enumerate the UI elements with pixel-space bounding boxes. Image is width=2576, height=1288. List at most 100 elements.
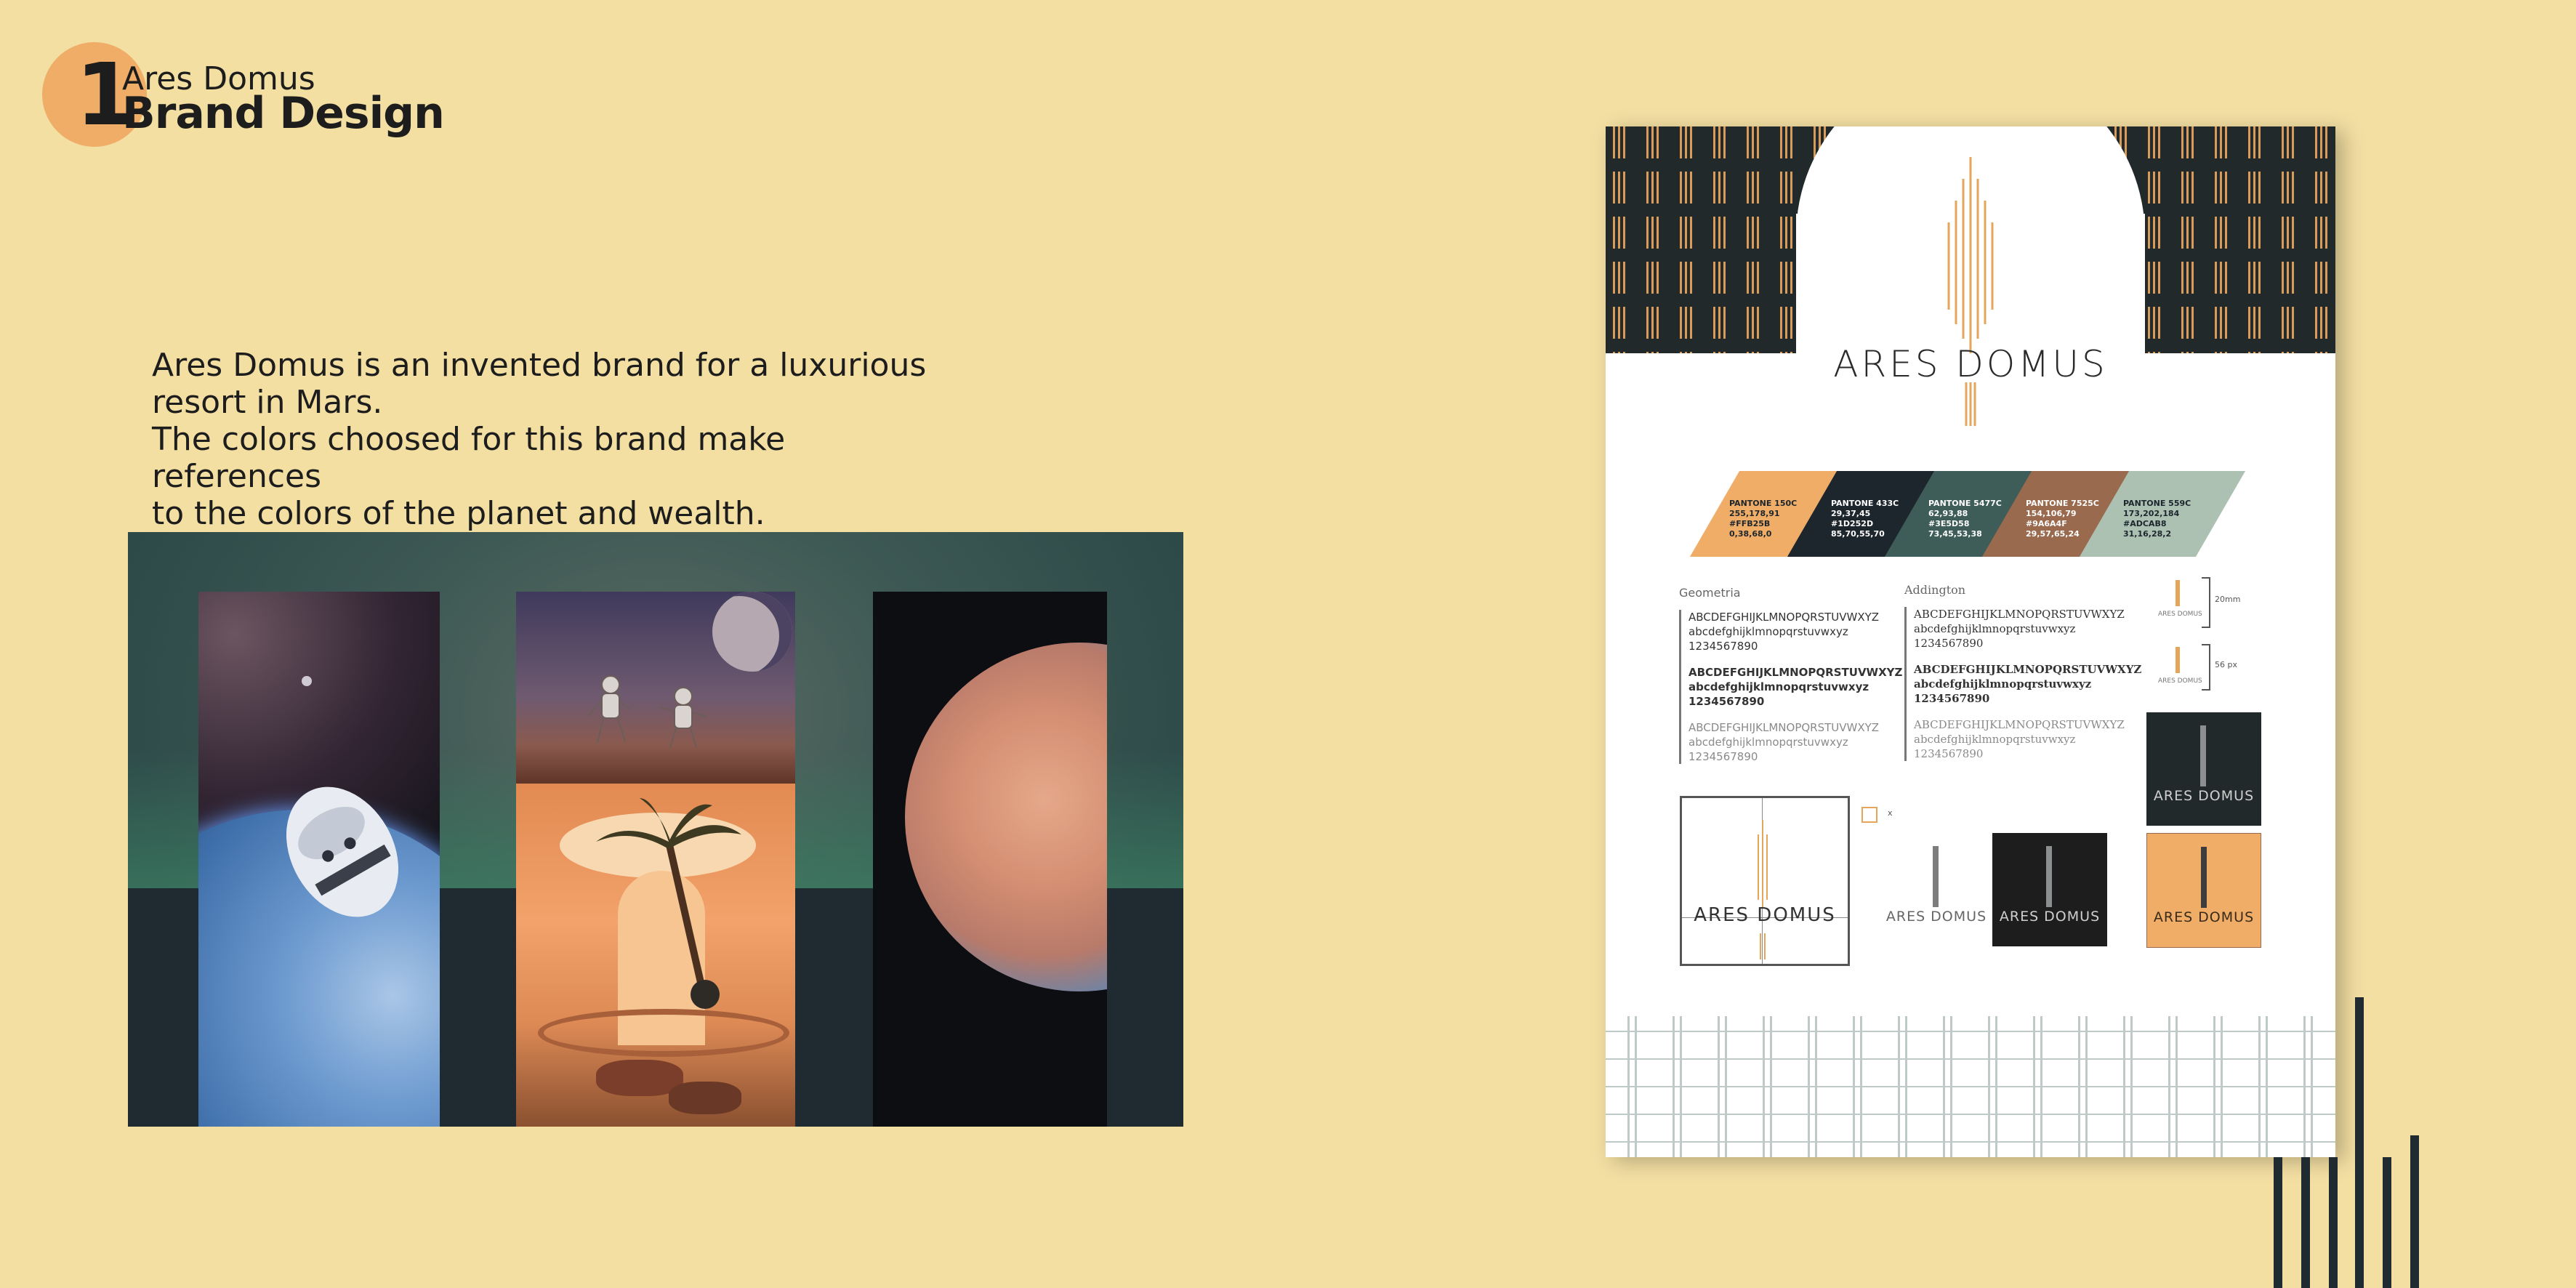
specimen-digits-light: 1234567890 <box>1914 747 1984 760</box>
specimen-upper-bold: ABCDEFGHIJKLMNOPQRSTUVWXYZ <box>1689 666 1903 679</box>
specimen-digits-bold: 1234567890 <box>1914 692 1990 705</box>
brand-logo-mark <box>1947 157 1994 426</box>
description-line: to the colors of the planet and wealth. <box>152 495 765 532</box>
swatch-rgb: 154,106,79 <box>2026 509 2077 518</box>
swatch-cmyk: 85,70,55,70 <box>1831 529 1885 539</box>
swatch-label: PANTONE 433C 29,37,45 #1D252D 85,70,55,7… <box>1831 499 1899 539</box>
swatch-pantone: PANTONE 5477C <box>1928 499 2002 508</box>
specimen-upper-bold: ABCDEFGHIJKLMNOPQRSTUVWXYZ <box>1914 663 2142 676</box>
swatch-pantone: PANTONE 150C <box>1729 499 1798 508</box>
logo-wordmark: ARES DOMUS <box>1694 904 1836 926</box>
min-size-print: ARES DOMUS 20mm <box>2158 577 2245 635</box>
min-size-logo-label: ARES DOMUS <box>2158 611 2202 618</box>
specimen-lower: abcdefghijklmnopqrstuvwxyz <box>1914 622 2076 635</box>
min-size-logo-label: ARES DOMUS <box>2158 677 2202 685</box>
stripe <box>2274 1157 2282 1288</box>
logo-mark <box>1758 820 1768 907</box>
description-line: The colors choosed for this brand make r… <box>152 421 786 495</box>
bottom-pattern <box>1606 1016 2335 1157</box>
specimen-lower-bold: abcdefghijklmnopqrstuvwxyz <box>1689 680 1869 693</box>
swatch-label: PANTONE 150C 255,178,91 #FFB25B 0,38,68,… <box>1729 499 1797 539</box>
grid-unit-label: x <box>1888 808 1893 818</box>
swatch-hex: #9A6A4F <box>2026 519 2067 528</box>
specimen-digits: 1234567890 <box>1689 640 1758 653</box>
stripe <box>2355 997 2364 1288</box>
logo-mark <box>1933 846 1939 907</box>
swatch-cmyk: 31,16,28,2 <box>2123 529 2172 539</box>
logo-wordmark: ARES DOMUS <box>1885 909 1987 925</box>
logo-wordmark: ARES DOMUS <box>2153 788 2255 804</box>
resort-interior-panel <box>516 784 795 1127</box>
swatch-rgb: 255,178,91 <box>1729 509 1780 518</box>
stripe <box>2383 1157 2391 1288</box>
spaceship-panel <box>198 592 440 1127</box>
logo-mark-base <box>1760 933 1766 959</box>
min-size-value: 20mm <box>2215 595 2241 604</box>
mars-panel <box>873 592 1107 1127</box>
swatch-rgb: 62,93,88 <box>1928 509 1968 518</box>
description-line: resort in Mars. <box>152 384 383 421</box>
typography-addington: Addington ABCDEFGHIJKLMNOPQRSTUVWXYZ abc… <box>1904 583 2142 761</box>
specimen-digits: 1234567890 <box>1914 637 1984 650</box>
specimen-lower-light: abcdefghijklmnopqrstuvwxyz <box>1914 733 2076 746</box>
min-size-logo-mark <box>2175 580 2180 606</box>
swatch-cmyk: 29,57,65,24 <box>2026 529 2080 539</box>
dimension-bracket <box>2202 644 2210 691</box>
palm-tree-illustration <box>596 798 741 1009</box>
mars-planet-illustration <box>905 643 1107 991</box>
specimen-digits-bold: 1234567890 <box>1689 695 1765 708</box>
logo-mark <box>2201 847 2207 908</box>
logo-mark <box>2046 846 2052 907</box>
specimen-lower: abcdefghijklmnopqrstuvwxyz <box>1689 625 1848 638</box>
moodboard-image <box>128 532 1183 1127</box>
logo-mark <box>2200 725 2206 786</box>
logo-wordmark: ARES DOMUS <box>1999 909 2101 925</box>
swatch-label: PANTONE 7525C 154,106,79 #9A6A4F 29,57,6… <box>2026 499 2099 539</box>
swatch-label: PANTONE 5477C 62,93,88 #3E5D58 73,45,53,… <box>1928 499 2002 539</box>
sunken-seat <box>538 1009 789 1057</box>
color-palette: PANTONE 150C 255,178,91 #FFB25B 0,38,68,… <box>1689 471 2246 557</box>
specimen-upper: ABCDEFGHIJKLMNOPQRSTUVWXYZ <box>1689 611 1880 624</box>
specimen-lower-bold: abcdefghijklmnopqrstuvwxyz <box>1914 677 2092 691</box>
logo-on-orange: ARES DOMUS <box>2146 833 2261 948</box>
font-name: Geometria <box>1679 586 1741 600</box>
small-moon <box>302 676 312 686</box>
specimen-digits-light: 1234567890 <box>1689 750 1758 763</box>
min-size-logo-mark <box>2175 647 2180 673</box>
swatch-hex: #FFB25B <box>1729 519 1771 528</box>
swatch-cmyk: 73,45,53,38 <box>1928 529 1982 539</box>
stripe <box>2301 1157 2310 1288</box>
moon-illustration <box>712 592 792 672</box>
swatch-hex: #3E5D58 <box>1928 519 1970 528</box>
specimen-upper-light: ABCDEFGHIJKLMNOPQRSTUVWXYZ <box>1914 718 2125 731</box>
logo-construction-grid: ARES DOMUS <box>1680 796 1850 966</box>
swatch-rgb: 173,202,184 <box>2123 509 2180 518</box>
specimen-upper: ABCDEFGHIJKLMNOPQRSTUVWXYZ <box>1914 608 2125 621</box>
stripe <box>2329 1157 2338 1288</box>
swatch-pantone: PANTONE 559C <box>2123 499 2191 508</box>
min-size-value: 56 px <box>2215 660 2237 669</box>
dimension-bracket <box>2202 577 2210 628</box>
logo-wordmark: ARES DOMUS <box>2153 909 2255 925</box>
description-line: Ares Domus is an invented brand for a lu… <box>152 347 927 384</box>
grid-unit-marker <box>1861 807 1877 823</box>
logo-on-black: ARES DOMUS <box>1992 833 2107 946</box>
swatch-rgb: 29,37,45 <box>1831 509 1871 518</box>
stripe <box>2410 1135 2419 1288</box>
stepping-stone <box>669 1082 741 1114</box>
brand-name-wordmark: ARES DOMUS <box>1833 343 2108 385</box>
astronauts-panel <box>516 592 795 784</box>
header-title: Brand Design <box>122 88 445 139</box>
font-specimen: ABCDEFGHIJKLMNOPQRSTUVWXYZ abcdefghijklm… <box>1904 607 2142 761</box>
swatch-pantone: PANTONE 433C <box>1831 499 1899 508</box>
font-name: Addington <box>1904 583 1966 597</box>
swatch-pantone: PANTONE 7525C <box>2026 499 2099 508</box>
specimen-upper-light: ABCDEFGHIJKLMNOPQRSTUVWXYZ <box>1689 721 1880 734</box>
specimen-lower-light: abcdefghijklmnopqrstuvwxyz <box>1689 736 1848 749</box>
project-description: Ares Domus is an invented brand for a lu… <box>152 347 937 532</box>
swatch-hex: #1D252D <box>1831 519 1874 528</box>
swatch-hex: #ADCAB8 <box>2123 519 2167 528</box>
min-size-screen: ARES DOMUS 56 px <box>2158 644 2245 695</box>
brand-guidelines-sheet: ARES DOMUS PANTONE 150C 255,178,91 #FFB2… <box>1606 126 2335 1157</box>
font-specimen: ABCDEFGHIJKLMNOPQRSTUVWXYZ abcdefghijklm… <box>1679 610 1903 764</box>
